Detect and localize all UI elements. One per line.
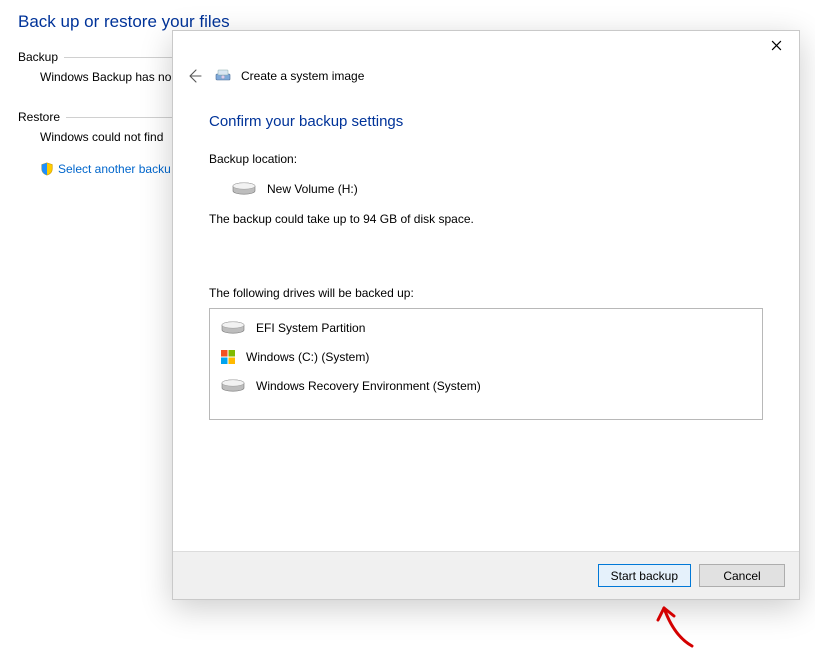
- hard-disk-icon: [231, 180, 257, 198]
- annotation-arrow-icon: [652, 600, 712, 648]
- hard-disk-icon: [220, 319, 246, 337]
- dialog-titlebar: [173, 31, 799, 59]
- drives-label: The following drives will be backed up:: [209, 286, 763, 300]
- backup-section-label: Backup: [18, 50, 58, 64]
- drive-row: Windows Recovery Environment (System): [210, 371, 762, 401]
- drive-row: EFI System Partition: [210, 313, 762, 343]
- dialog-footer: Start backup Cancel: [173, 551, 799, 599]
- drive-name: Windows (C:) (System): [246, 350, 369, 364]
- cancel-button[interactable]: Cancel: [699, 564, 785, 587]
- dialog-heading: Confirm your backup settings: [209, 113, 763, 130]
- select-another-backup-link[interactable]: Select another backu: [40, 162, 171, 176]
- back-button[interactable]: [183, 65, 205, 87]
- drives-list: EFI System Partition Windows (C:) (Syste…: [209, 308, 763, 420]
- windows-icon: [220, 349, 236, 365]
- shield-icon: [40, 162, 54, 176]
- backup-location-value: New Volume (H:): [267, 182, 358, 196]
- start-backup-button[interactable]: Start backup: [598, 564, 691, 587]
- drive-name: EFI System Partition: [256, 321, 365, 335]
- hard-disk-icon: [220, 377, 246, 395]
- page-title: Back up or restore your files: [18, 12, 798, 32]
- backup-size-text: The backup could take up to 94 GB of dis…: [209, 212, 763, 226]
- backup-location-row: New Volume (H:): [209, 180, 763, 198]
- backup-location-label: Backup location:: [209, 152, 763, 166]
- drive-row: Windows (C:) (System): [210, 343, 762, 371]
- close-button[interactable]: [754, 31, 799, 59]
- dialog-header: Create a system image: [173, 59, 799, 97]
- close-icon: [771, 40, 782, 51]
- arrow-left-icon: [186, 68, 202, 84]
- system-image-icon: [215, 68, 231, 84]
- dialog-body: Confirm your backup settings Backup loca…: [173, 97, 799, 551]
- dialog-title: Create a system image: [241, 69, 364, 83]
- restore-section-label: Restore: [18, 110, 60, 124]
- drive-name: Windows Recovery Environment (System): [256, 379, 481, 393]
- create-system-image-dialog: Create a system image Confirm your backu…: [172, 30, 800, 600]
- select-another-backup-link-text: Select another backu: [58, 162, 171, 176]
